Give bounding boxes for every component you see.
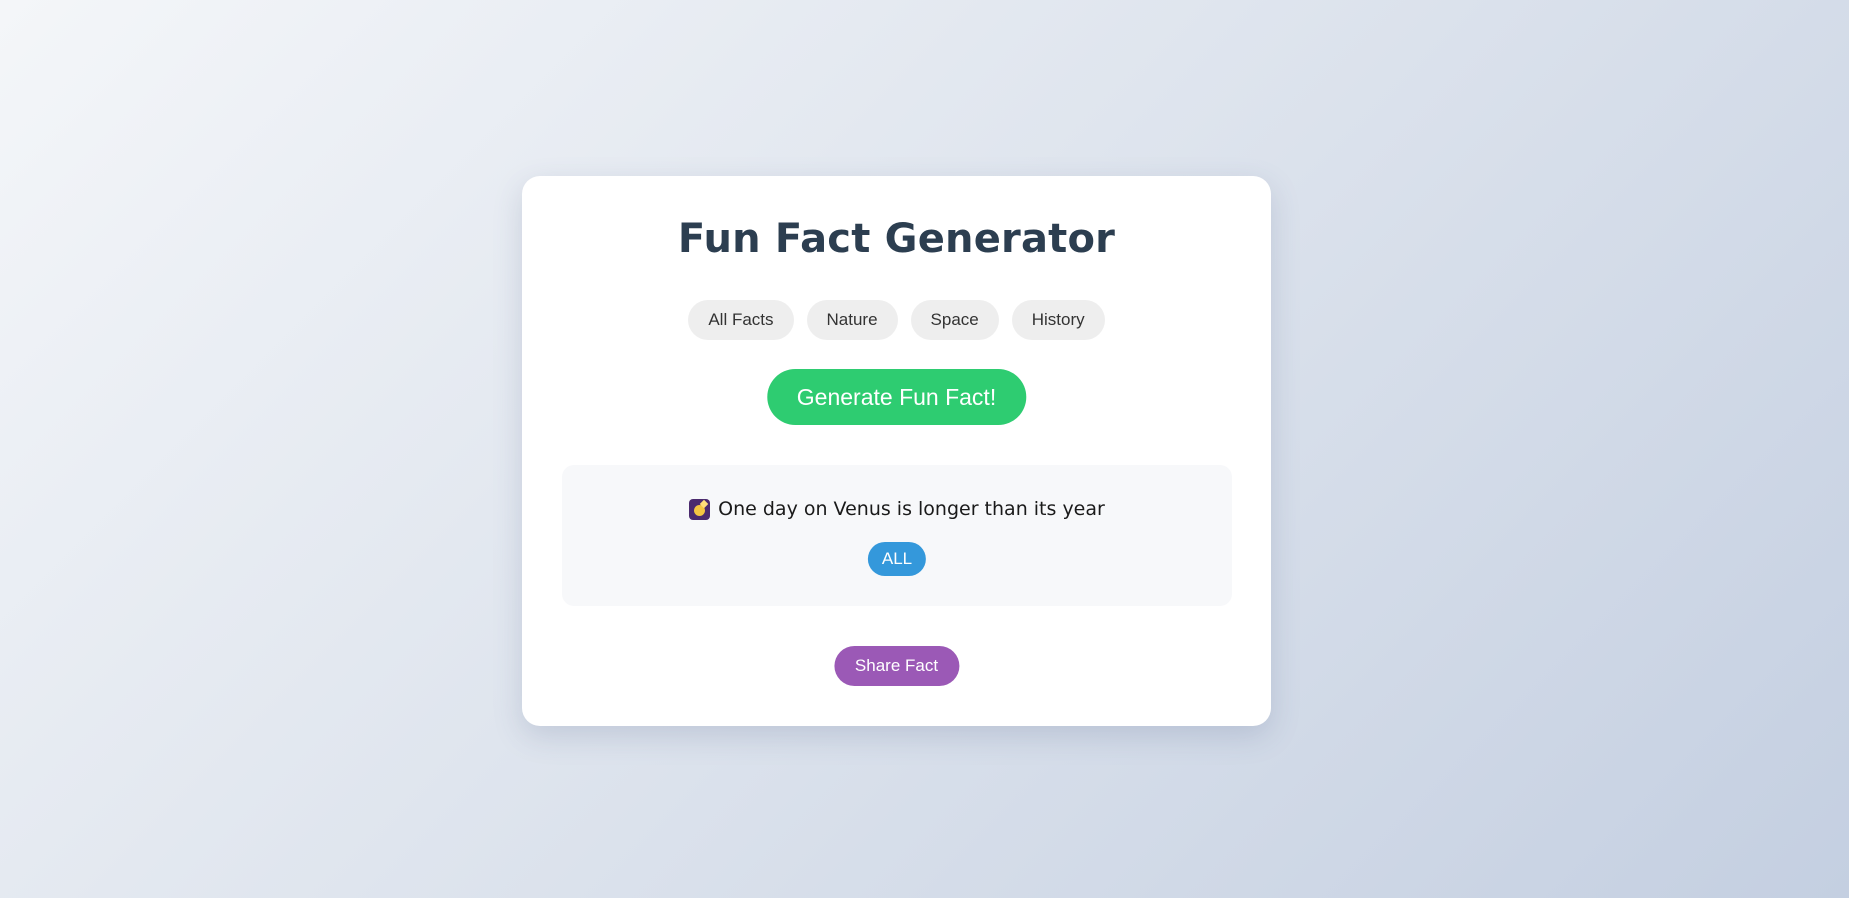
share-fact-button[interactable]: Share Fact	[833, 646, 960, 686]
generate-fact-button[interactable]: Generate Fun Fact!	[766, 369, 1027, 425]
fact-text: One day on Venus is longer than its year	[718, 498, 1105, 520]
category-space-button[interactable]: Space	[910, 300, 999, 340]
fact-category-badge: ALL	[867, 542, 927, 576]
category-nature-button[interactable]: Nature	[806, 300, 898, 340]
category-all-facts-button[interactable]: All Facts	[688, 300, 794, 340]
fact-display: One day on Venus is longer than its year…	[562, 465, 1232, 606]
category-history-button[interactable]: History	[1011, 300, 1105, 340]
fun-fact-card: Fun Fact Generator All Facts Nature Spac…	[522, 176, 1271, 726]
page-title: Fun Fact Generator	[677, 216, 1116, 262]
shooting-star-icon	[689, 498, 711, 520]
category-filter-group: All Facts Nature Space History	[522, 300, 1271, 340]
fact-line: One day on Venus is longer than its year	[562, 498, 1232, 520]
